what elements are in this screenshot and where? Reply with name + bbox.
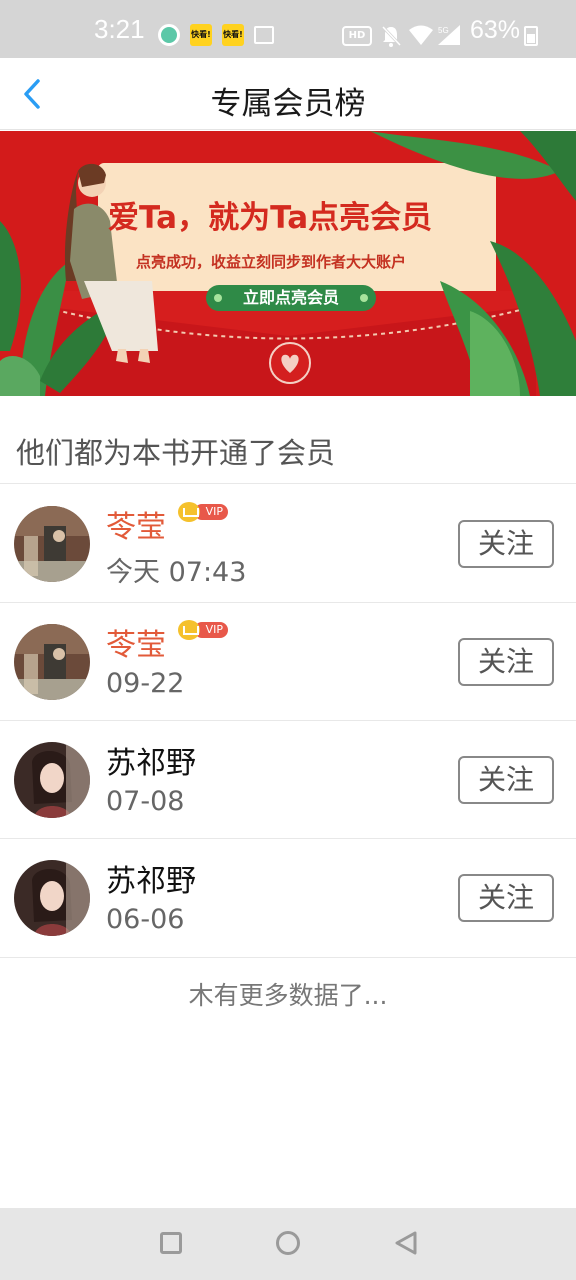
status-bar: 3:21 快看! 快看! HD 5G 63% [0,0,576,58]
follow-button[interactable]: 关注 [458,874,554,922]
vip-badge: VIP [178,502,228,522]
hd-icon: HD [342,26,372,46]
app-notification-icon [158,24,180,46]
divider [0,957,576,958]
light-up-membership-button[interactable]: 立即点亮会员 [206,285,376,311]
crown-icon [178,502,200,522]
member-time: 今天 07:43 [106,557,247,588]
page-title: 专属会员榜 [210,86,366,122]
kuaikan-notification-icon-2: 快看! [222,24,244,46]
back-button-icon[interactable] [394,1230,418,1256]
member-name: 苓莹 [106,510,166,545]
member-name: 苏祁野 [106,746,196,781]
status-time: 3:21 [94,14,145,44]
avatar[interactable] [14,506,90,582]
svg-text:5G: 5G [438,26,449,35]
member-time: 06-06 [106,904,185,935]
home-button-icon[interactable] [276,1231,300,1255]
bell-muted-icon [381,25,402,47]
membership-banner[interactable]: 爱Ta，就为Ta点亮会员 点亮成功，收益立刻同步到作者大大账户 立即点亮会员 [0,131,576,396]
no-more-data-text: 木有更多数据了... [188,981,388,1010]
banner-headline: 爱Ta，就为Ta点亮会员 [108,200,433,236]
follow-button[interactable]: 关注 [458,756,554,804]
member-row[interactable]: 苓莹 VIP 09-22 关注 [0,602,576,720]
recents-button-icon[interactable] [160,1232,182,1254]
system-nav-bar [0,1208,576,1280]
member-time: 09-22 [106,668,185,699]
battery-icon [524,26,538,46]
vip-badge: VIP [178,620,228,640]
crown-icon [178,620,200,640]
banner-subtitle: 点亮成功，收益立刻同步到作者大大账户 [136,253,407,271]
wifi-icon [409,25,433,45]
battery-percent: 63% [470,16,521,44]
member-row[interactable]: 苏祁野 07-08 关注 [0,720,576,838]
follow-button[interactable]: 关注 [458,638,554,686]
kuaikan-notification-icon: 快看! [190,24,212,46]
follow-button[interactable]: 关注 [458,520,554,568]
header: 专属会员榜 [0,58,576,130]
member-name: 苓莹 [106,628,166,663]
signal-5g-icon: 5G [438,25,460,45]
avatar[interactable] [14,742,90,818]
member-name: 苏祁野 [106,864,196,899]
avatar[interactable] [14,860,90,936]
member-row[interactable]: 苓莹 VIP 今天 07:43 关注 [0,484,576,602]
avatar[interactable] [14,624,90,700]
section-title: 他们都为本书开通了会员 [16,436,336,470]
image-notification-icon [254,26,274,44]
member-time: 07-08 [106,786,185,817]
member-row[interactable]: 苏祁野 06-06 关注 [0,838,576,956]
